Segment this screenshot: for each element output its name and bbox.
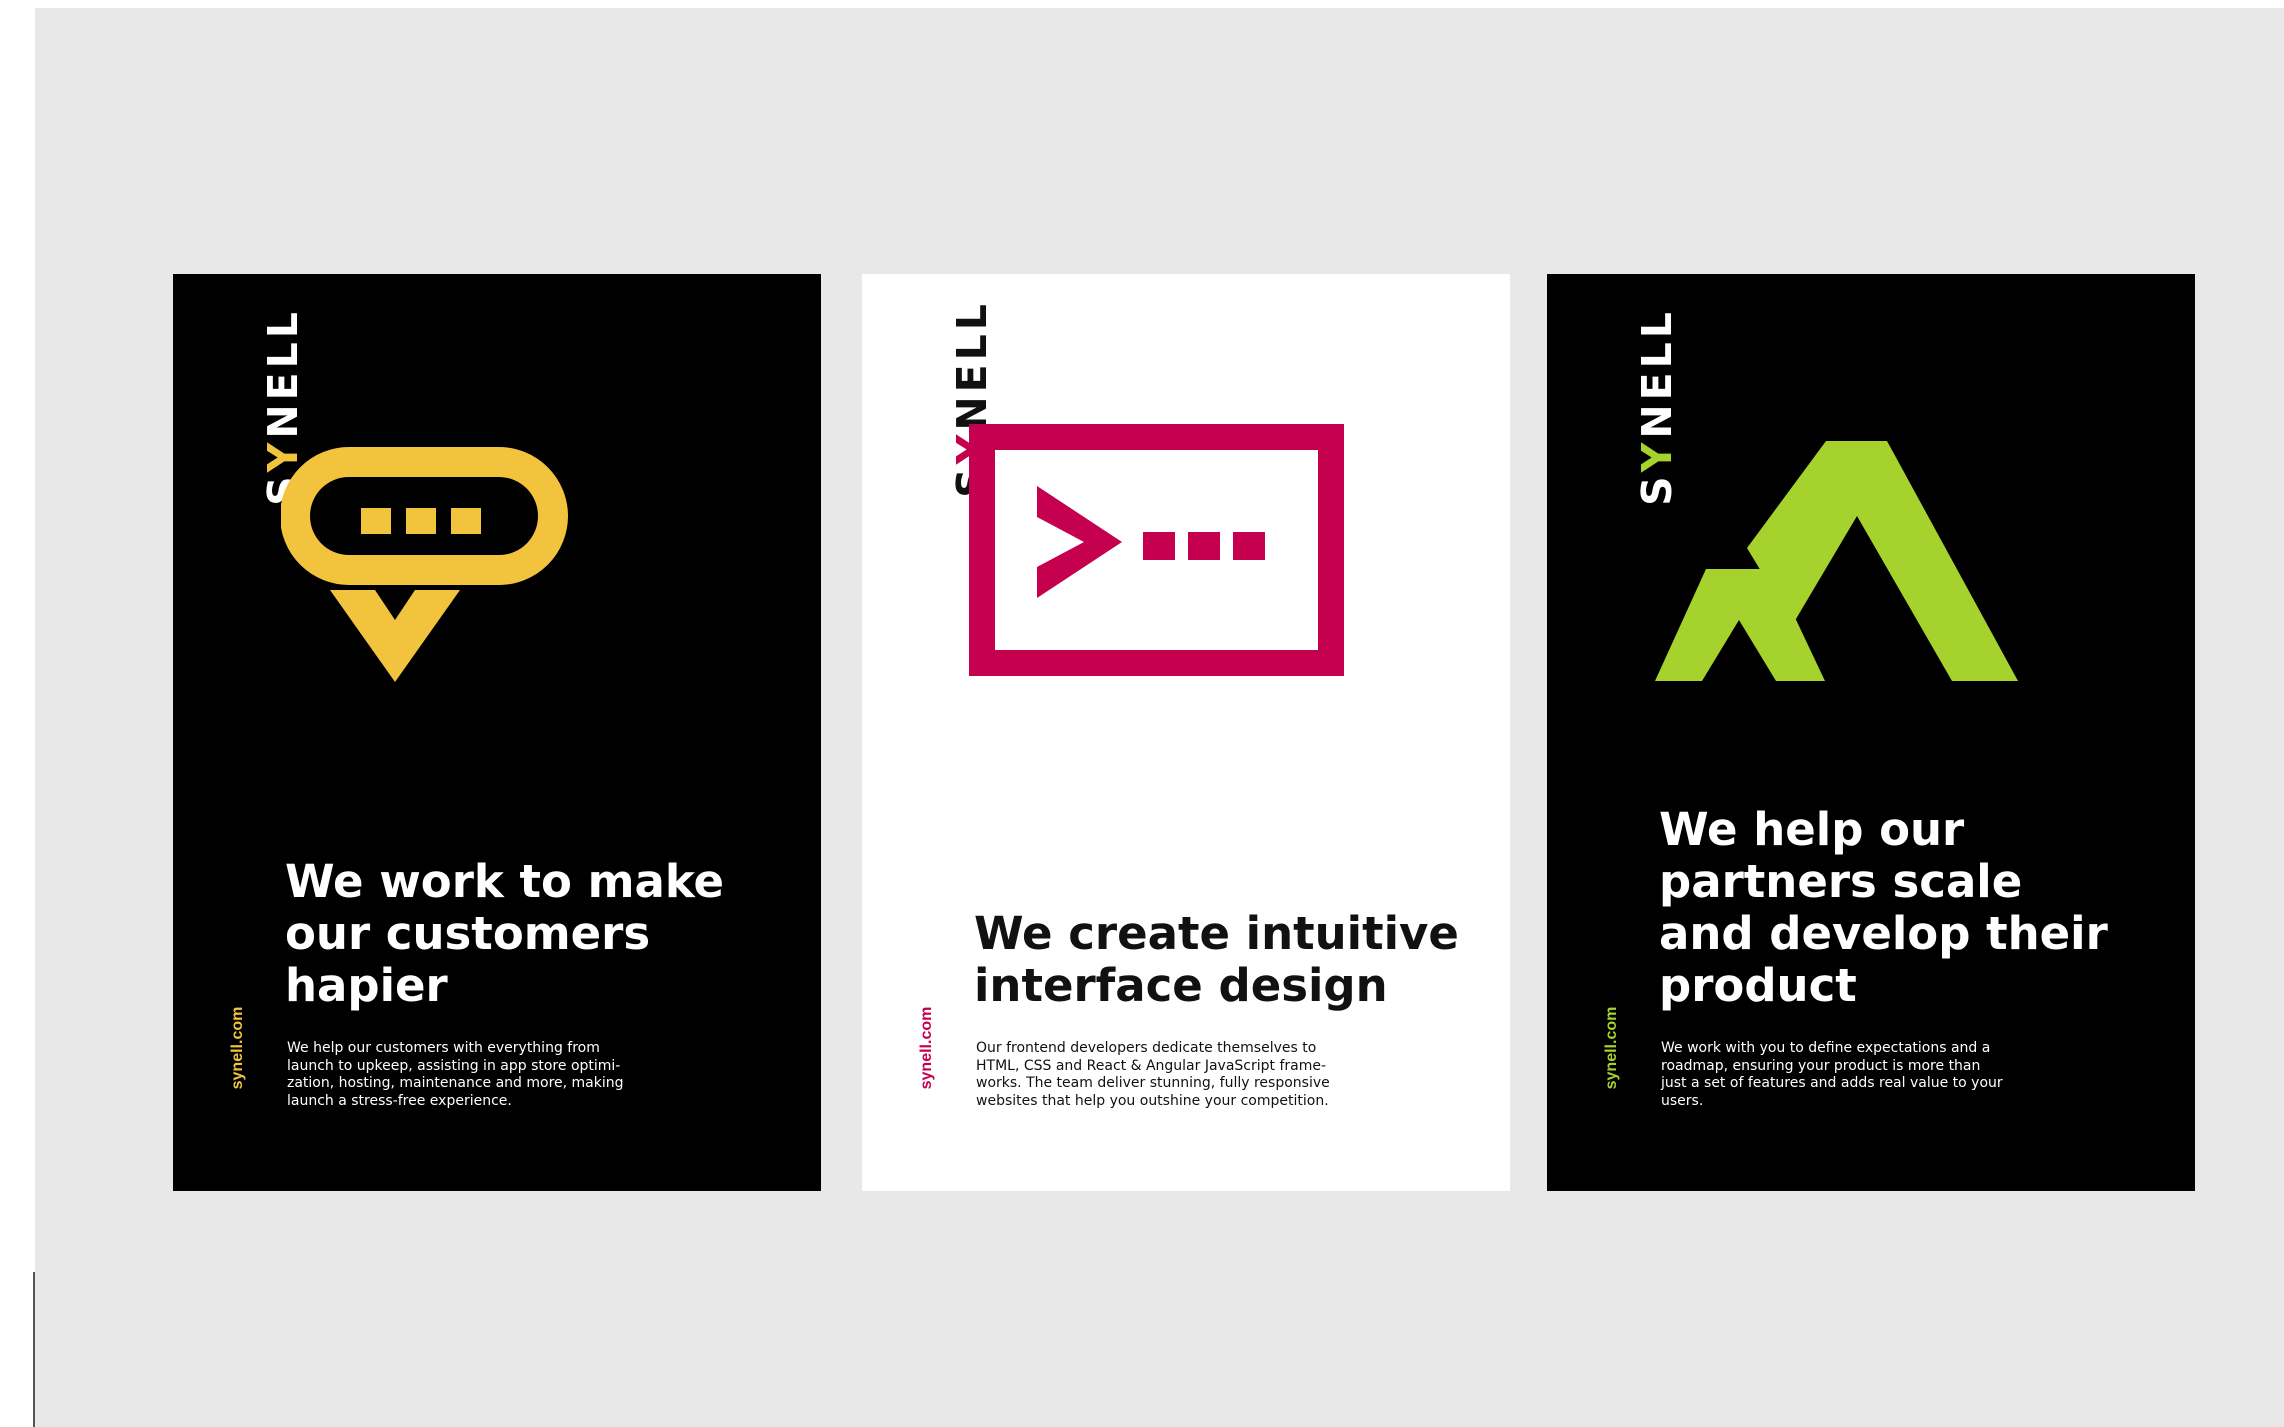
edge-divider — [33, 1272, 35, 1427]
mountains-icon — [1655, 441, 2018, 681]
body-text: Our frontend developers dedicate themsel… — [976, 1040, 1330, 1109]
site-url: synell.com — [1603, 1006, 1620, 1090]
headline: We work to make our customers hapier — [285, 855, 725, 1012]
poster-partners: SYNELL We help our partners scale and de… — [1547, 274, 2195, 1191]
body-text: We work with you to define expectations … — [1661, 1040, 2003, 1109]
body-text: We help our customers with everything fr… — [287, 1040, 624, 1109]
site-url: synell.com — [229, 1006, 246, 1090]
terminal-window-icon — [969, 424, 1344, 676]
poster-interface: SYNELL We create intuitive interface des… — [862, 274, 1510, 1191]
headline: We create intuitive interface design — [974, 907, 1459, 1012]
site-url: synell.com — [918, 1006, 935, 1090]
headline: We help our partners scale and develop t… — [1659, 803, 2108, 1012]
chat-bubble-icon — [281, 447, 568, 682]
poster-customers: SYNELL We work to make our customers hap… — [173, 274, 821, 1191]
